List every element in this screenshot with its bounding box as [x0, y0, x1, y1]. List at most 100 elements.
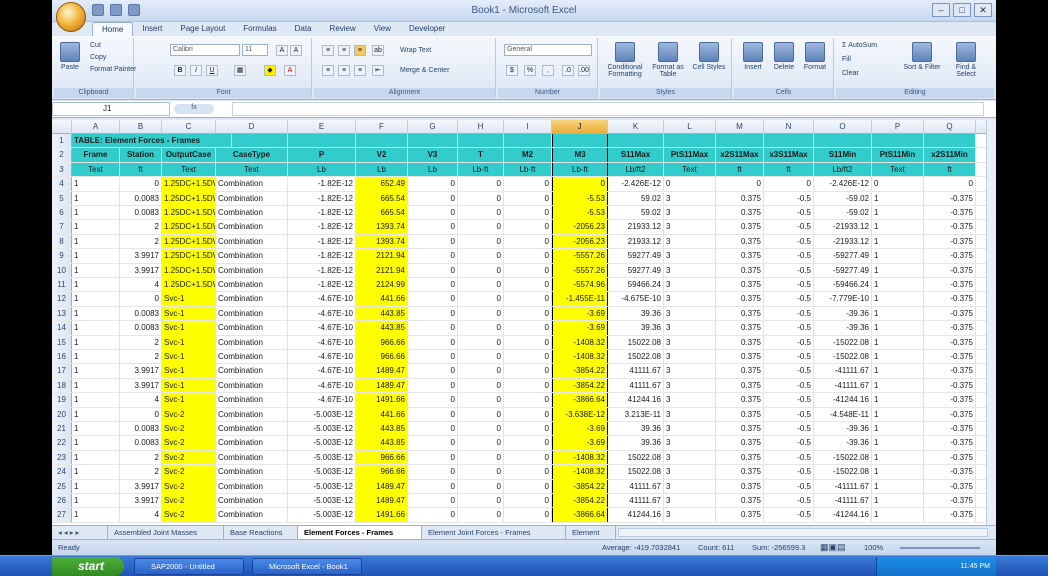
cell[interactable]: 3 — [664, 494, 716, 508]
row-header[interactable]: 22 — [52, 436, 72, 450]
cell[interactable]: 1489.47 — [356, 378, 408, 393]
cell[interactable]: 1 — [72, 378, 120, 393]
cell[interactable]: 966.66 — [356, 450, 408, 465]
cell[interactable]: -2056.23 — [552, 220, 608, 234]
cell-styles-button[interactable]: Cell Styles — [690, 42, 728, 71]
cell[interactable]: 0.375 — [716, 220, 764, 234]
cell[interactable]: 59277.49 — [608, 263, 664, 277]
cell[interactable]: 0 — [408, 465, 458, 479]
fx-button[interactable]: fx — [174, 104, 214, 114]
cell[interactable]: 15022.08 — [608, 350, 664, 364]
cell[interactable]: Svc-2 — [162, 450, 216, 465]
sheet-nav-arrows[interactable]: ◂ ◂ ▸ ▸ — [52, 526, 108, 539]
cell[interactable]: 3 — [664, 436, 716, 450]
sort-filter-button[interactable]: Sort & Filter — [902, 42, 942, 71]
cell[interactable]: Svc-1 — [162, 321, 216, 335]
cell[interactable]: 0 — [458, 220, 504, 234]
cell[interactable]: 0 — [716, 177, 764, 191]
cell[interactable]: Combination — [216, 321, 288, 335]
cell[interactable]: 41111.67 — [608, 479, 664, 493]
row-header[interactable]: 14 — [52, 321, 72, 335]
row-header[interactable]: 12 — [52, 292, 72, 306]
cell[interactable]: 1 — [872, 249, 924, 263]
cell[interactable]: Svc-1 — [162, 335, 216, 349]
cell[interactable]: 1489.47 — [356, 479, 408, 493]
cell[interactable]: -5.53 — [552, 191, 608, 205]
cell[interactable]: -0.5 — [764, 263, 814, 277]
cell[interactable] — [288, 134, 356, 148]
cell[interactable]: -15022.08 — [814, 335, 872, 349]
cell[interactable]: -3.69 — [552, 436, 608, 450]
cell[interactable]: 0 — [504, 335, 552, 349]
cell[interactable]: -5.003E-12 — [288, 508, 356, 522]
cell[interactable]: -1.82E-12 — [288, 234, 356, 249]
column-header-n[interactable]: N — [764, 120, 814, 134]
cell[interactable]: -2.426E-12 — [814, 177, 872, 191]
cell[interactable]: 0 — [872, 177, 924, 191]
cell[interactable]: Svc-2 — [162, 465, 216, 479]
cell[interactable]: 0.375 — [716, 350, 764, 364]
cell[interactable]: -0.5 — [764, 278, 814, 292]
cell[interactable]: -5.003E-12 — [288, 422, 356, 436]
cell[interactable]: 3 — [664, 393, 716, 407]
cell[interactable]: 0.375 — [716, 364, 764, 378]
column-header-b[interactable]: B — [120, 120, 162, 134]
cell[interactable] — [356, 134, 408, 148]
cell[interactable]: 1.25DC+1.5DW — [162, 234, 216, 249]
cell[interactable]: -5557.26 — [552, 249, 608, 263]
cell[interactable]: Combination — [216, 494, 288, 508]
cell[interactable]: 966.66 — [356, 350, 408, 364]
cell[interactable]: PtS11Max — [664, 148, 716, 162]
row-header[interactable]: 7 — [52, 220, 72, 234]
cell[interactable]: 0 — [408, 407, 458, 421]
cell[interactable]: Combination — [216, 378, 288, 393]
cell[interactable]: -0.5 — [764, 479, 814, 493]
cell[interactable]: Combination — [216, 364, 288, 378]
cell[interactable] — [408, 134, 458, 148]
column-header-m[interactable]: M — [716, 120, 764, 134]
cell[interactable] — [458, 134, 504, 148]
cell[interactable]: -21933.12 — [814, 220, 872, 234]
minimize-button[interactable]: – — [932, 3, 950, 17]
row-header[interactable]: 27 — [52, 508, 72, 522]
cell[interactable]: 3.9917 — [120, 479, 162, 493]
row-header[interactable]: 16 — [52, 350, 72, 364]
cell[interactable]: -0.5 — [764, 494, 814, 508]
cell[interactable]: 2 — [120, 335, 162, 349]
column-header-e[interactable]: E — [288, 120, 356, 134]
cell[interactable]: 1393.74 — [356, 220, 408, 234]
cell[interactable]: 0 — [504, 306, 552, 321]
cell[interactable]: 0.0083 — [120, 422, 162, 436]
row-header[interactable]: 9 — [52, 249, 72, 263]
cell[interactable]: 0 — [120, 177, 162, 191]
cell[interactable]: 0 — [408, 378, 458, 393]
cell[interactable]: -41244.16 — [814, 508, 872, 522]
cell[interactable]: Text — [162, 162, 216, 177]
cell[interactable]: 0 — [408, 306, 458, 321]
cell[interactable]: Text — [72, 162, 120, 177]
cell[interactable]: 0.0083 — [120, 206, 162, 220]
cell[interactable]: -1.82E-12 — [288, 278, 356, 292]
cell[interactable]: -0.5 — [764, 364, 814, 378]
cell[interactable]: 1 — [872, 465, 924, 479]
cell[interactable]: 1.25DC+1.5DW — [162, 206, 216, 220]
cell[interactable]: -39.36 — [814, 436, 872, 450]
column-header-c[interactable]: C — [162, 120, 216, 134]
cell[interactable]: 3 — [664, 249, 716, 263]
cell[interactable]: 1 — [872, 278, 924, 292]
cell[interactable]: 0.375 — [716, 263, 764, 277]
cell[interactable]: 652.49 — [356, 177, 408, 191]
cell[interactable]: Lb — [356, 162, 408, 177]
cell[interactable]: 3 — [664, 350, 716, 364]
cell[interactable]: x2S11Min — [924, 148, 976, 162]
cell[interactable]: 1489.47 — [356, 364, 408, 378]
row-header[interactable]: 25 — [52, 479, 72, 493]
cell[interactable]: -39.36 — [814, 321, 872, 335]
tab-review[interactable]: Review — [321, 22, 365, 36]
italic-button[interactable]: I — [190, 65, 202, 76]
column-header-h[interactable]: H — [458, 120, 504, 134]
tab-insert[interactable]: Insert — [133, 22, 171, 36]
cell[interactable]: 0.0083 — [120, 191, 162, 205]
cut-button[interactable]: Cut — [90, 42, 101, 49]
cell[interactable]: -0.375 — [924, 220, 976, 234]
